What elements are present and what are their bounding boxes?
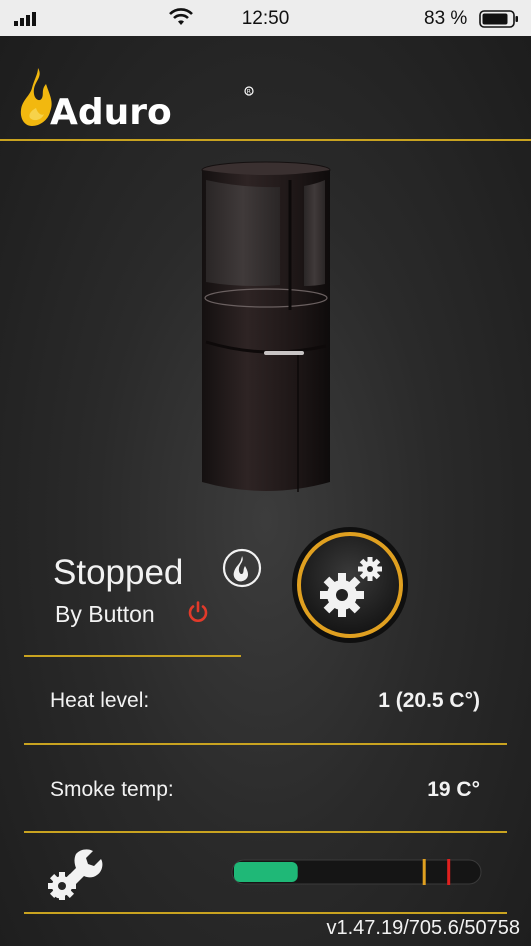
status-divider bbox=[24, 655, 241, 657]
smoke-temp-value: 19 C° bbox=[427, 778, 480, 801]
app-version: v1.47.19/705.6/50758 bbox=[326, 917, 520, 939]
row-divider bbox=[24, 743, 507, 745]
tools-icon[interactable] bbox=[46, 848, 104, 900]
row-divider bbox=[24, 831, 507, 833]
status-bar: 12:50 83 % bbox=[0, 0, 531, 36]
heat-gauge bbox=[231, 859, 482, 885]
logo-wordmark: Aduro bbox=[50, 92, 172, 132]
heat-level-value: 1 (20.5 C°) bbox=[378, 689, 480, 712]
svg-text:R: R bbox=[247, 89, 251, 96]
gauge-marker-warning bbox=[422, 859, 426, 885]
stove-illustration bbox=[201, 161, 331, 492]
stove-state: Stopped bbox=[53, 553, 184, 592]
heat-level-label: Heat level: bbox=[50, 689, 150, 712]
battery-percent: 83 % bbox=[424, 8, 468, 29]
app-screen: 12:50 83 % Aduro R Stopped By Button Hea… bbox=[0, 0, 531, 946]
gauge-marker-limit bbox=[447, 859, 451, 885]
app-header: Aduro R bbox=[0, 36, 531, 140]
footer-divider bbox=[24, 912, 507, 914]
smoke-temp-label: Smoke temp: bbox=[50, 778, 174, 801]
gauge-fill bbox=[234, 862, 298, 882]
aduro-logo: Aduro R bbox=[20, 68, 254, 132]
header-divider bbox=[0, 139, 531, 141]
flame-icon[interactable] bbox=[222, 548, 262, 588]
power-icon[interactable] bbox=[186, 600, 210, 624]
settings-gears-button[interactable] bbox=[290, 525, 410, 645]
battery-icon bbox=[479, 10, 518, 28]
stop-cause: By Button bbox=[55, 601, 155, 627]
